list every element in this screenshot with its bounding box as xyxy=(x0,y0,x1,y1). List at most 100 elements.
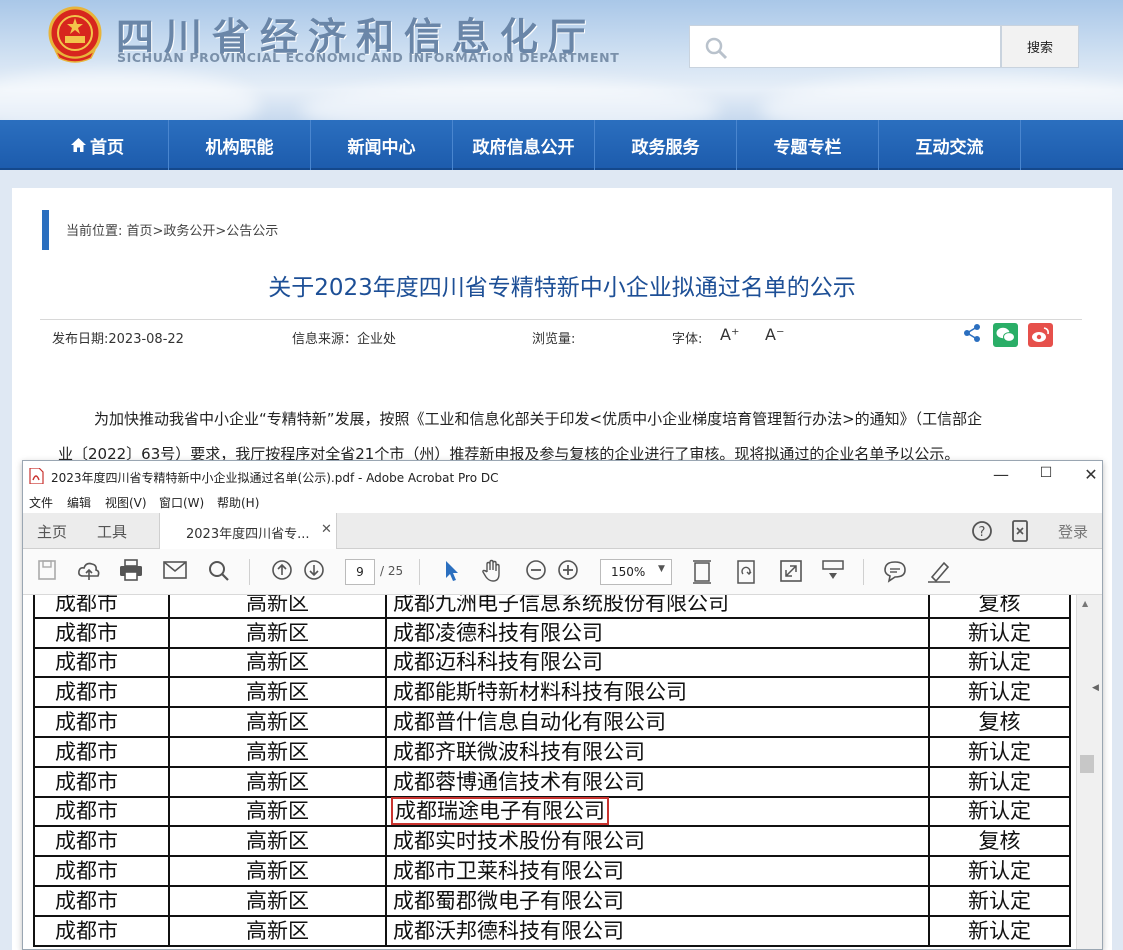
type-cell-text: 新认定 xyxy=(968,888,1031,913)
district-cell: 高新区 xyxy=(168,855,387,887)
find-icon[interactable] xyxy=(207,559,231,581)
national-emblem-icon[interactable] xyxy=(47,6,103,64)
table-row: 成都市 高新区 成都瑞途电子有限公司 新认定 xyxy=(33,795,1071,828)
full-screen-icon[interactable] xyxy=(779,559,803,583)
company-cell: 成都沃邦德科技有限公司 xyxy=(385,914,930,947)
scroll-up-icon[interactable]: ▲ xyxy=(1082,599,1088,608)
zoom-value: 150% xyxy=(611,565,646,579)
district-cell: 高新区 xyxy=(168,595,387,619)
nav-item-topics[interactable]: 专题专栏 xyxy=(737,120,879,170)
prev-page-icon[interactable] xyxy=(271,559,293,581)
pdf-document-view[interactable]: 成都市 高新区 成都九洲电子信息系统股份有限公司 复核 成都市 高新区 成都凌德科技有限公司… xyxy=(23,595,1076,949)
side-panel-toggle-icon[interactable]: ◀ xyxy=(1092,683,1099,693)
zoom-in-icon[interactable] xyxy=(557,559,579,581)
type-cell-text: 复核 xyxy=(978,595,1021,615)
help-icon[interactable]: ? xyxy=(971,520,993,542)
search-input[interactable] xyxy=(689,25,1001,68)
pdf-file-icon xyxy=(29,468,44,484)
district-cell: 高新区 xyxy=(168,676,387,709)
city-cell-text: 成都市 xyxy=(55,769,118,794)
select-cursor-icon[interactable] xyxy=(443,559,461,583)
nav-item-gov-info[interactable]: 政府信息公开 xyxy=(453,120,595,170)
type-cell: 新认定 xyxy=(928,795,1071,828)
font-label: 字体: xyxy=(672,332,703,347)
vertical-scrollbar[interactable]: ▲ xyxy=(1076,595,1102,949)
tab-home[interactable]: 主页 xyxy=(37,521,67,542)
save-icon[interactable] xyxy=(37,559,57,581)
login-button[interactable]: 登录 xyxy=(1058,521,1088,542)
type-cell: 新认定 xyxy=(928,646,1071,679)
table-row: 成都市 高新区 成都市卫莱科技有限公司 新认定 xyxy=(33,855,1071,887)
city-cell-text: 成都市 xyxy=(55,888,118,913)
page-number-input[interactable]: 9 xyxy=(345,559,375,585)
wechat-icon[interactable] xyxy=(993,323,1018,347)
upload-cloud-icon[interactable] xyxy=(77,559,101,581)
district-cell-text: 高新区 xyxy=(246,829,309,854)
nav-item-interaction[interactable]: 互动交流 xyxy=(879,120,1021,170)
type-cell: 复核 xyxy=(928,595,1071,619)
district-cell: 高新区 xyxy=(168,735,387,768)
font-decrease-button[interactable]: A⁻ xyxy=(765,325,784,344)
page-total: / 25 xyxy=(380,564,404,578)
menu-window[interactable]: 窗口(W) xyxy=(159,494,204,511)
zoom-out-icon[interactable] xyxy=(525,559,547,581)
menu-file[interactable]: 文件 xyxy=(29,494,53,511)
district-cell-text: 高新区 xyxy=(246,650,309,675)
toolbar-separator xyxy=(863,559,864,585)
company-cell-text: 成都能斯特新材料科技有限公司 xyxy=(393,680,687,705)
read-mode-icon[interactable] xyxy=(821,559,845,583)
main-nav: 首页 机构职能 新闻中心 政府信息公开 政务服务 专题专栏 互动交流 xyxy=(0,120,1123,170)
scrollbar-thumb[interactable] xyxy=(1080,755,1094,773)
rotate-page-icon[interactable] xyxy=(735,559,757,585)
district-cell: 高新区 xyxy=(168,795,387,828)
next-page-icon[interactable] xyxy=(303,559,325,581)
city-cell-text: 成都市 xyxy=(55,680,118,705)
tab-document[interactable]: 2023年度四川省专... ✕ xyxy=(159,513,337,549)
company-cell: 成都瑞途电子有限公司 xyxy=(385,795,930,828)
nav-item-news[interactable]: 新闻中心 xyxy=(311,120,453,170)
city-cell: 成都市 xyxy=(33,855,170,887)
info-source: 信息来源：企业处 xyxy=(292,332,397,347)
city-cell-text: 成都市 xyxy=(55,829,118,854)
tab-tools[interactable]: 工具 xyxy=(97,521,127,542)
cloud-decoration xyxy=(760,75,1123,120)
tab-close-icon[interactable]: ✕ xyxy=(321,522,332,537)
fit-page-icon[interactable] xyxy=(691,559,713,585)
type-cell: 新认定 xyxy=(928,616,1071,649)
zoom-select[interactable]: 150% ▼ xyxy=(600,559,672,585)
table-row: 成都市 高新区 成都普什信息自动化有限公司 复核 xyxy=(33,706,1071,738)
menu-help[interactable]: 帮助(H) xyxy=(217,494,259,511)
print-icon[interactable] xyxy=(119,559,143,581)
city-cell-text: 成都市 xyxy=(55,739,118,764)
nav-item-home[interactable]: 首页 xyxy=(27,120,169,170)
search-button[interactable]: 搜索 xyxy=(1001,25,1079,68)
table-row: 成都市 高新区 成都迈科科技有限公司 新认定 xyxy=(33,646,1071,679)
district-cell-text: 高新区 xyxy=(246,620,309,645)
district-cell: 高新区 xyxy=(168,765,387,798)
district-cell: 高新区 xyxy=(168,884,387,917)
type-cell-text: 新认定 xyxy=(968,620,1031,645)
city-cell-text: 成都市 xyxy=(55,799,118,824)
minimize-icon[interactable]: — xyxy=(986,465,1016,487)
window-titlebar[interactable]: 2023年度四川省专精特新中小企业拟通过名单(公示).pdf - Adobe A… xyxy=(23,461,1102,491)
weibo-icon[interactable] xyxy=(1028,323,1053,347)
hand-tool-icon[interactable] xyxy=(481,559,505,583)
email-icon[interactable] xyxy=(163,559,187,581)
share-icon[interactable] xyxy=(962,323,982,343)
sign-pen-icon[interactable] xyxy=(926,559,952,583)
window-title: 2023年度四川省专精特新中小企业拟通过名单(公示).pdf - Adobe A… xyxy=(51,471,499,485)
nav-item-services[interactable]: 政务服务 xyxy=(595,120,737,170)
comment-icon[interactable] xyxy=(883,559,907,583)
mobile-link-icon[interactable] xyxy=(1011,520,1029,542)
city-cell-text: 成都市 xyxy=(55,650,118,675)
menu-view[interactable]: 视图(V) xyxy=(105,494,147,511)
maximize-icon[interactable]: ☐ xyxy=(1031,465,1061,487)
menu-edit[interactable]: 编辑 xyxy=(67,494,91,511)
close-icon[interactable]: ✕ xyxy=(1076,465,1102,487)
nav-item-functions[interactable]: 机构职能 xyxy=(169,120,311,170)
table-row: 成都市 高新区 成都九洲电子信息系统股份有限公司 复核 xyxy=(33,595,1071,619)
breadcrumb[interactable]: 当前位置: 首页>政务公开>公告公示 xyxy=(66,220,278,239)
tab-bar: 主页 工具 2023年度四川省专... ✕ ? 登录 xyxy=(23,513,1102,549)
font-increase-button[interactable]: A⁺ xyxy=(720,325,739,344)
company-cell: 成都凌德科技有限公司 xyxy=(385,616,930,649)
